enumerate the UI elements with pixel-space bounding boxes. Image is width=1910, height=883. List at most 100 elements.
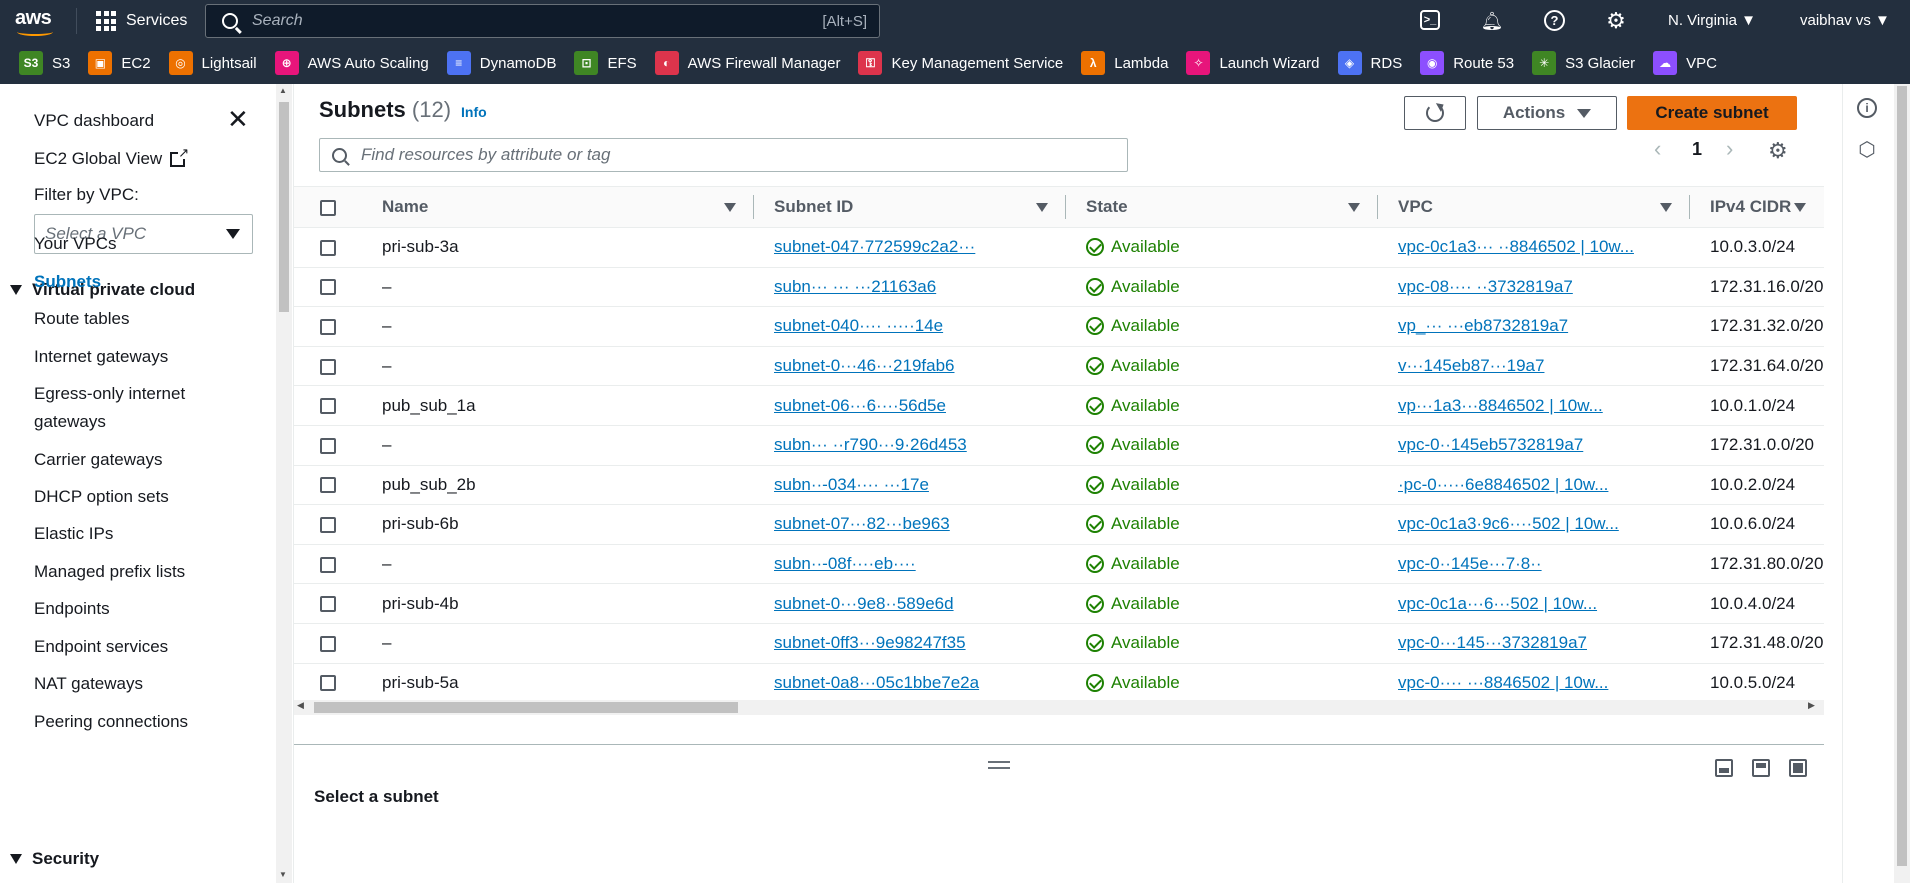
sidebar-item-elastic-ips[interactable]: Elastic IPs xyxy=(34,520,113,548)
vpc-link[interactable]: vp···1a3···8846502 | 10w... xyxy=(1398,396,1603,415)
scrollbar-thumb[interactable] xyxy=(1897,86,1907,866)
name-cell[interactable]: – xyxy=(382,544,754,585)
row-checkbox[interactable] xyxy=(320,437,336,454)
sidebar-item-your-vpcs[interactable]: Your VPCs xyxy=(34,230,117,258)
table-row[interactable]: pri-sub-4b subnet-0···9e8··589e6d Availabl… xyxy=(294,583,1824,624)
sort-caret-icon[interactable] xyxy=(1794,202,1806,212)
favorite-dynamodb[interactable]: ≡ DynamoDB xyxy=(446,51,556,75)
hexagon-tool-icon[interactable]: ⬡ xyxy=(1857,140,1877,160)
subnet-id-link[interactable]: subn··-034···· ···17e xyxy=(774,475,929,494)
row-checkbox[interactable] xyxy=(320,319,336,335)
name-cell[interactable]: pri-sub-3a xyxy=(382,227,754,268)
favorite-route-53[interactable]: ◉ Route 53 xyxy=(1420,51,1514,75)
panel-bottom-icon[interactable] xyxy=(1715,759,1733,777)
table-row[interactable]: – subnet-0ff3···9e98247f35 Available vpc-0·… xyxy=(294,623,1824,664)
info-panel-icon[interactable]: i xyxy=(1857,98,1877,118)
subnet-id-link[interactable]: subnet-0···9e8··589e6d xyxy=(774,594,954,613)
table-horizontal-scrollbar[interactable]: ◀ ▶ xyxy=(294,700,1824,715)
vpc-link[interactable]: ·pc-0·····6e8846502 | 10w... xyxy=(1398,475,1608,494)
table-row[interactable]: pub_sub_2b subn··-034···· ···17e Available… xyxy=(294,465,1824,506)
subnet-id-link[interactable]: subn··· ··· ···21163a6 xyxy=(774,277,936,296)
table-row[interactable]: – subnet-0···46···219fab6 Available v···145… xyxy=(294,346,1824,387)
scrollbar-thumb[interactable] xyxy=(314,702,738,713)
scroll-left-arrow-icon[interactable]: ◀ xyxy=(297,700,304,711)
table-row[interactable]: pri-sub-6b subnet-07···82···be963 Availabl… xyxy=(294,504,1824,545)
favorite-rds[interactable]: ◈ RDS xyxy=(1337,51,1402,75)
column-header-vpc[interactable]: VPC xyxy=(1378,186,1690,228)
vpc-link[interactable]: vpc-0c1a3··· ··8846502 | 10w... xyxy=(1398,237,1634,256)
table-row[interactable]: pub_sub_1a subnet-06···6····56d5e Availabl… xyxy=(294,385,1824,426)
name-cell[interactable]: pri-sub-5a xyxy=(382,663,754,704)
vpc-link[interactable]: vp_··· ···eb8732819a7 xyxy=(1398,316,1568,335)
cloudshell-icon[interactable]: >_ xyxy=(1420,10,1440,30)
subnet-id-link[interactable]: subnet-0···46···219fab6 xyxy=(774,356,954,375)
sidebar-item-endpoint-services[interactable]: Endpoint services xyxy=(34,633,168,661)
vpc-link[interactable]: vpc-0c1a3·9c6····502 | 10w... xyxy=(1398,514,1619,533)
name-cell[interactable]: – xyxy=(382,267,754,308)
row-checkbox[interactable] xyxy=(320,398,336,415)
column-header-state[interactable]: State xyxy=(1066,186,1378,228)
subnet-id-link[interactable]: subnet-0a8···05c1bbe7e2a xyxy=(774,673,979,692)
vpc-link[interactable]: v···145eb87···19a7 xyxy=(1398,356,1544,375)
table-preferences-gear-icon[interactable]: ⚙ xyxy=(1768,138,1788,164)
notifications-bell-icon[interactable]: 🔔︎ xyxy=(1481,10,1504,32)
create-subnet-button[interactable]: Create subnet xyxy=(1627,96,1797,130)
table-row[interactable]: pri-sub-3a subnet-047·772599c2a2··· Availa… xyxy=(294,227,1824,268)
panel-full-icon[interactable] xyxy=(1789,759,1807,777)
aws-logo[interactable]: aws xyxy=(15,7,57,36)
info-link[interactable]: Info xyxy=(461,104,487,120)
subnet-id-link[interactable]: subn··· ··r790···9·26d453 xyxy=(774,435,967,454)
sort-caret-icon[interactable] xyxy=(1348,202,1360,212)
sidebar-item-nat-gateways[interactable]: NAT gateways xyxy=(34,670,143,698)
services-menu-button[interactable]: Services xyxy=(96,9,187,33)
row-checkbox[interactable] xyxy=(320,516,336,533)
row-checkbox[interactable] xyxy=(320,675,336,692)
sort-caret-icon[interactable] xyxy=(1660,202,1672,212)
page-scrollbar[interactable] xyxy=(1894,84,1910,883)
row-checkbox[interactable] xyxy=(320,635,336,652)
vpc-link[interactable]: vpc-0···· ···8846502 | 10w... xyxy=(1398,673,1608,692)
vpc-link[interactable]: vpc-08···· ··3732819a7 xyxy=(1398,277,1573,296)
subnet-id-link[interactable]: subnet-047·772599c2a2··· xyxy=(774,237,975,256)
table-row[interactable]: pri-sub-5a subnet-0a8···05c1bbe7e2a Availa… xyxy=(294,663,1824,704)
favorite-launch-wizard[interactable]: ✧ Launch Wizard xyxy=(1186,51,1320,75)
region-selector[interactable]: N. Virginia ▼ xyxy=(1668,12,1756,29)
name-cell[interactable]: – xyxy=(382,623,754,664)
row-checkbox[interactable] xyxy=(320,596,336,613)
resize-handle-icon[interactable] xyxy=(988,761,1010,769)
subnet-id-link[interactable]: subnet-040···· ·····14e xyxy=(774,316,943,335)
scroll-right-arrow-icon[interactable]: ▶ xyxy=(1808,700,1815,711)
sidebar-item-managed-prefix-lists[interactable]: Managed prefix lists xyxy=(34,558,185,586)
section-security[interactable]: Security xyxy=(10,849,99,869)
previous-page-icon[interactable]: ‹ xyxy=(1654,136,1661,162)
favorite-key-management-service[interactable]: ⚿ Key Management Service xyxy=(858,51,1063,75)
name-cell[interactable]: pri-sub-4b xyxy=(382,583,754,624)
favorite-vpc[interactable]: ☁ VPC xyxy=(1653,51,1717,75)
favorite-efs[interactable]: ⊡ EFS xyxy=(574,51,637,75)
column-header-name[interactable]: Name xyxy=(382,186,754,228)
row-checkbox[interactable] xyxy=(320,556,336,573)
current-page-number[interactable]: 1 xyxy=(1692,139,1702,160)
name-cell[interactable]: pub_sub_2b xyxy=(382,465,754,506)
row-checkbox[interactable] xyxy=(320,279,336,296)
column-header-subnet-id[interactable]: Subnet ID xyxy=(754,186,1066,228)
table-row[interactable]: – subnet-040···· ·····14e Available vp_··· … xyxy=(294,306,1824,347)
vpc-link[interactable]: vpc-0··145e···7·8·· xyxy=(1398,554,1542,573)
scroll-up-arrow-icon[interactable]: ▲ xyxy=(279,86,287,95)
table-row[interactable]: – subn··· ··r790···9·26d453 Available vpc-0… xyxy=(294,425,1824,466)
sidebar-item-egress-only-internet[interactable]: Egress-only internet xyxy=(34,380,185,408)
account-menu[interactable]: vaibhav vs ▼ xyxy=(1800,12,1890,29)
name-cell[interactable]: – xyxy=(382,346,754,387)
table-row[interactable]: – subn··-08f····eb···· Available vpc-0··145… xyxy=(294,544,1824,585)
sidebar-item-carrier-gateways[interactable]: Carrier gateways xyxy=(34,446,163,474)
sidebar-item-internet-gateways[interactable]: Internet gateways xyxy=(34,343,168,371)
subnet-id-link[interactable]: subn··-08f····eb···· xyxy=(774,554,916,573)
favorite-aws-auto-scaling[interactable]: ⊕ AWS Auto Scaling xyxy=(274,51,429,75)
favorite-ec2[interactable]: ▣ EC2 xyxy=(88,51,151,75)
row-checkbox[interactable] xyxy=(320,477,336,494)
name-cell[interactable]: pub_sub_1a xyxy=(382,385,754,426)
sidebar-scrollbar[interactable]: ▲ ▼ xyxy=(276,84,292,883)
vpc-link[interactable]: vpc-0···145···3732819a7 xyxy=(1398,633,1587,652)
help-icon[interactable]: ? xyxy=(1544,10,1565,31)
vpc-link[interactable]: vpc-0c1a···6···502 | 10w... xyxy=(1398,594,1597,613)
